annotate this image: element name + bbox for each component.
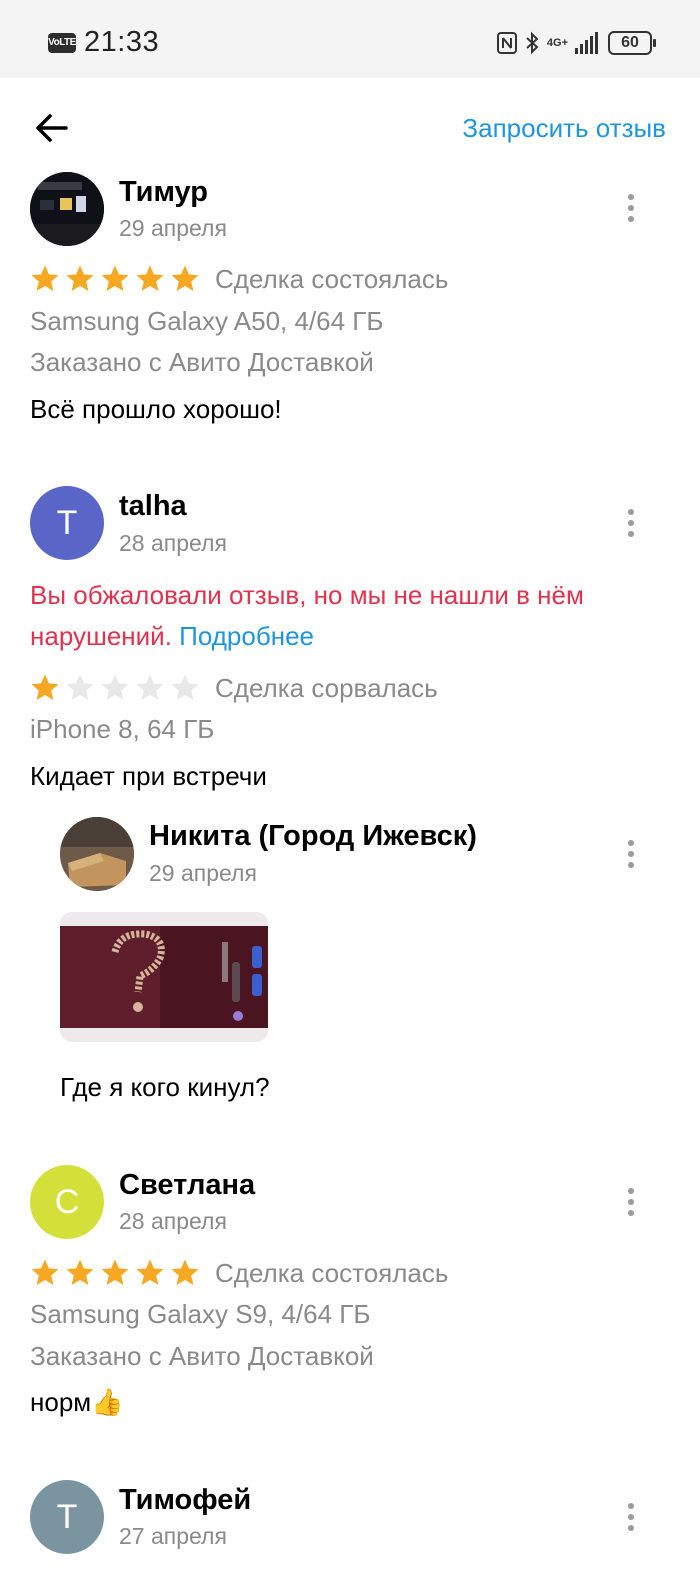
deal-status: Сделка сорвалась: [215, 673, 438, 703]
delivery-note: Заказано с Авито Доставкой: [30, 347, 374, 377]
volte-icon: VoLTE: [48, 33, 76, 53]
avatar-photo: [30, 172, 104, 246]
reply-attachment-image[interactable]: [60, 912, 268, 1042]
more-options-button[interactable]: [619, 834, 643, 874]
more-options-button[interactable]: [619, 1182, 643, 1222]
star-filled-icon: [171, 1259, 199, 1285]
deal-status: Сделка состоялась: [215, 264, 449, 294]
request-review-button[interactable]: Запросить отзыв: [462, 113, 666, 144]
reply-date: 29 апреля: [149, 860, 257, 886]
seller-name[interactable]: Никита (Город Ижевск): [149, 820, 477, 853]
review-date: 28 апреля: [119, 530, 227, 556]
star-filled-icon: [101, 265, 129, 291]
star-filled-icon: [136, 1259, 164, 1285]
status-icons: 4G+ 60: [496, 29, 656, 57]
star-filled-icon: [101, 1259, 129, 1285]
battery-icon: 60: [608, 31, 656, 55]
star-filled-icon: [171, 265, 199, 291]
status-bar: VoLTE 21:33 4G+ 60: [0, 0, 700, 78]
more-vert-icon: [628, 1188, 634, 1194]
review-date: 29 апреля: [119, 215, 227, 241]
review-text: Всё прошло хорошо!: [30, 394, 282, 424]
more-vert-icon: [628, 509, 634, 515]
network-type: 4G+: [546, 36, 568, 49]
reviewer-name[interactable]: talha: [119, 490, 187, 523]
star-filled-icon: [136, 265, 164, 291]
status-time: 21:33: [84, 26, 160, 58]
avatar[interactable]: T: [30, 1480, 104, 1554]
reviewer-name[interactable]: Тимур: [119, 176, 208, 209]
attachment-screenshot: [60, 912, 268, 1042]
item-title: Samsung Galaxy A50, 4/64 ГБ: [30, 306, 384, 336]
star-empty-icon: [171, 674, 199, 700]
star-empty-icon: [136, 674, 164, 700]
back-button[interactable]: [34, 110, 70, 146]
delivery-note: Заказано с Авито Доставкой: [30, 1341, 374, 1371]
rating-stars: [30, 673, 200, 703]
star-filled-icon: [31, 674, 59, 700]
star-empty-icon: [101, 674, 129, 700]
reply-text: Где я кого кинул?: [60, 1072, 270, 1102]
more-options-button[interactable]: [619, 503, 643, 543]
appeal-notice: Вы обжаловали отзыв, но мы не нашли в нё…: [30, 575, 650, 657]
star-filled-icon: [66, 265, 94, 291]
reviewer-name[interactable]: Тимофей: [119, 1484, 251, 1517]
item-title: iPhone 8, 64 ГБ: [30, 714, 215, 744]
avatar[interactable]: T: [30, 486, 104, 560]
nfc-icon: [496, 32, 517, 54]
more-vert-icon: [628, 1503, 634, 1509]
arrow-left-icon: [36, 114, 68, 142]
review-text: норм👍: [30, 1387, 124, 1417]
bluetooth-icon: [526, 31, 539, 55]
more-vert-icon: [628, 840, 634, 846]
item-title: Samsung Galaxy S9, 4/64 ГБ: [30, 1299, 371, 1329]
reviewer-name[interactable]: Светлана: [119, 1169, 255, 1202]
more-options-button[interactable]: [619, 1497, 643, 1537]
review-date: 27 апреля: [119, 1523, 227, 1549]
review-date: 28 апреля: [119, 1208, 227, 1234]
star-filled-icon: [31, 265, 59, 291]
avatar[interactable]: [30, 172, 104, 246]
more-details-link[interactable]: Подробнее: [179, 621, 314, 651]
star-filled-icon: [31, 1259, 59, 1285]
avatar[interactable]: С: [30, 1165, 104, 1239]
more-vert-icon: [628, 194, 634, 200]
review-text: Кидает при встречи: [30, 761, 267, 791]
rating-stars: [30, 1258, 200, 1288]
deal-status: Сделка состоялась: [215, 1258, 449, 1288]
star-filled-icon: [66, 1259, 94, 1285]
signal-icon: [575, 32, 598, 54]
seller-avatar[interactable]: [60, 817, 134, 891]
rating-stars: [30, 264, 200, 294]
more-options-button[interactable]: [619, 188, 643, 228]
star-empty-icon: [66, 674, 94, 700]
avatar-photo: [60, 817, 134, 891]
